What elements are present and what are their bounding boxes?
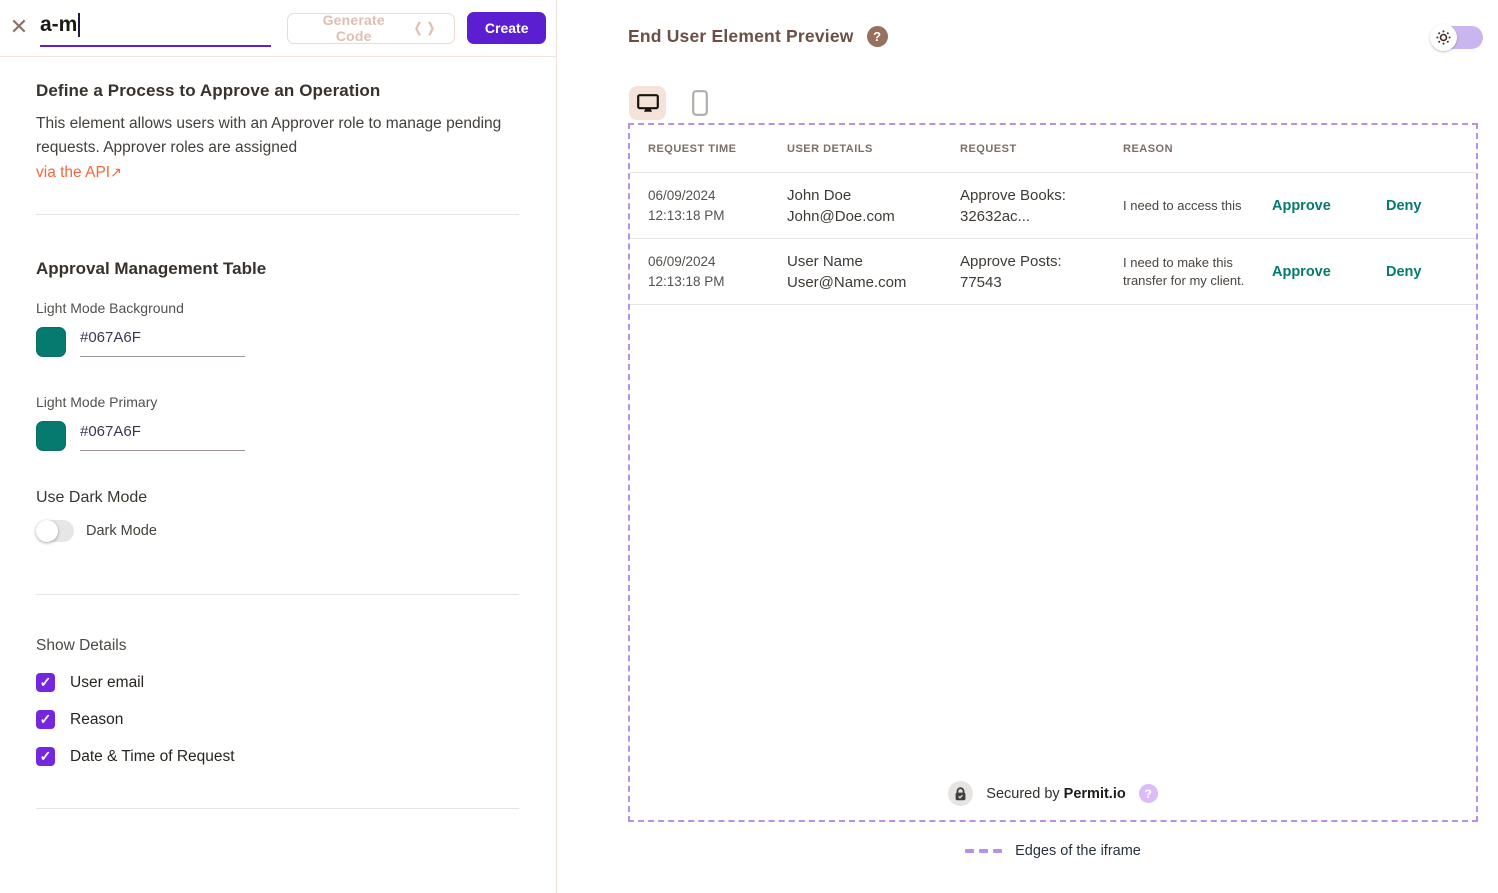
generate-code-button[interactable]: Generate Code ❬❭ bbox=[287, 13, 456, 44]
intro-body: This element allows users with an Approv… bbox=[36, 115, 501, 156]
device-toggle-group bbox=[629, 86, 718, 120]
approve-button[interactable]: Approve bbox=[1272, 198, 1331, 214]
checkbox-row-user-email: ✓ User email bbox=[36, 673, 519, 692]
element-name-input[interactable]: a-m bbox=[40, 9, 271, 47]
section-divider bbox=[36, 594, 519, 595]
deny-button[interactable]: Deny bbox=[1386, 264, 1421, 280]
secured-footer: Secured by Permit.io ? bbox=[630, 781, 1476, 806]
col-user-details: USER DETAILS bbox=[787, 143, 960, 155]
primary-color-field: #067A6F bbox=[36, 421, 519, 451]
dashed-line-icon bbox=[965, 849, 1002, 853]
approve-cell: Approve bbox=[1272, 261, 1372, 283]
desktop-view-button[interactable] bbox=[629, 86, 666, 120]
check-icon: ✓ bbox=[40, 711, 52, 728]
date-time-label: Date & Time of Request bbox=[70, 748, 235, 766]
preview-help-icon[interactable]: ? bbox=[867, 26, 888, 47]
legend-label: Edges of the iframe bbox=[1015, 843, 1141, 859]
generate-code-label: Generate Code bbox=[304, 12, 404, 44]
table-row: 06/09/2024 12:13:18 PM John Doe John@Doe… bbox=[630, 173, 1476, 239]
config-content: Define a Process to Approve an Operation… bbox=[0, 57, 556, 809]
secured-by-text: Secured by Permit.io bbox=[986, 786, 1125, 802]
deny-cell: Deny bbox=[1372, 261, 1476, 283]
intro-heading: Define a Process to Approve an Operation bbox=[36, 81, 519, 101]
deny-cell: Deny bbox=[1372, 195, 1476, 217]
reason-checkbox[interactable]: ✓ bbox=[36, 710, 55, 729]
theme-toggle-thumb bbox=[1430, 24, 1457, 51]
app-window: ✕ a-m Generate Code ❬❭ Create Define a P… bbox=[0, 0, 1498, 893]
col-reason: REASON bbox=[1123, 143, 1272, 155]
desktop-monitor-icon bbox=[637, 94, 659, 113]
code-brackets-icon: ❬❭ bbox=[413, 20, 439, 36]
element-iframe-preview: REQUEST TIME USER DETAILS REQUEST REASON… bbox=[628, 123, 1478, 822]
background-color-field: #067A6F bbox=[36, 327, 519, 357]
request-cell: Approve Posts: 77543 bbox=[960, 251, 1123, 293]
mobile-view-button[interactable] bbox=[681, 86, 718, 120]
element-name-value: a-m bbox=[40, 13, 77, 37]
config-panel: ✕ a-m Generate Code ❬❭ Create Define a P… bbox=[0, 0, 557, 893]
close-icon[interactable]: ✕ bbox=[8, 17, 30, 39]
approve-button[interactable]: Approve bbox=[1272, 264, 1331, 280]
preview-theme-toggle[interactable] bbox=[1431, 26, 1483, 49]
table-config-heading: Approval Management Table bbox=[36, 259, 519, 279]
check-icon: ✓ bbox=[40, 748, 52, 765]
check-icon: ✓ bbox=[40, 674, 52, 691]
user-details-cell: User Name User@Name.com bbox=[787, 251, 960, 293]
sun-icon bbox=[1436, 30, 1451, 45]
date-time-checkbox[interactable]: ✓ bbox=[36, 747, 55, 766]
user-email-label: User email bbox=[70, 674, 144, 692]
reason-label: Reason bbox=[70, 711, 123, 729]
checkbox-row-date-time: ✓ Date & Time of Request bbox=[36, 747, 519, 766]
primary-color-swatch[interactable] bbox=[36, 421, 66, 451]
text-caret bbox=[78, 13, 80, 37]
light-mode-background-label: Light Mode Background bbox=[36, 300, 519, 316]
dark-mode-toggle-row: Dark Mode bbox=[36, 520, 519, 542]
col-request-time: REQUEST TIME bbox=[630, 143, 787, 155]
dark-mode-toggle-label: Dark Mode bbox=[86, 523, 157, 539]
reason-cell: I need to make this transfer for my clie… bbox=[1123, 254, 1245, 290]
lock-badge bbox=[948, 781, 973, 806]
section-divider bbox=[36, 808, 519, 809]
preview-header: End User Element Preview ? bbox=[628, 26, 888, 47]
deny-button[interactable]: Deny bbox=[1386, 198, 1421, 214]
external-link-icon: ↗ bbox=[110, 164, 122, 180]
preview-panel: End User Element Preview ? bbox=[557, 0, 1498, 893]
approve-cell: Approve bbox=[1272, 195, 1372, 217]
request-time-cell: 06/09/2024 12:13:18 PM bbox=[630, 252, 787, 292]
col-request: REQUEST bbox=[960, 143, 1123, 155]
reason-cell: I need to access this bbox=[1123, 197, 1245, 215]
intro-description: This element allows users with an Approv… bbox=[36, 112, 519, 185]
show-details-heading: Show Details bbox=[36, 637, 519, 655]
permit-brand: Permit.io bbox=[1064, 786, 1126, 802]
light-mode-primary-label: Light Mode Primary bbox=[36, 394, 519, 410]
iframe-legend: Edges of the iframe bbox=[628, 843, 1478, 859]
approval-table-header: REQUEST TIME USER DETAILS REQUEST REASON bbox=[630, 125, 1476, 173]
checkbox-row-reason: ✓ Reason bbox=[36, 710, 519, 729]
config-topbar: ✕ a-m Generate Code ❬❭ Create bbox=[0, 0, 556, 57]
request-cell: Approve Books: 32632ac... bbox=[960, 185, 1123, 227]
toggle-thumb bbox=[36, 520, 58, 542]
secured-help-icon[interactable]: ? bbox=[1139, 784, 1158, 803]
api-docs-link[interactable]: via the API↗ bbox=[36, 164, 122, 181]
mobile-phone-icon bbox=[692, 90, 708, 116]
background-color-input[interactable]: #067A6F bbox=[80, 327, 245, 357]
user-email-checkbox[interactable]: ✓ bbox=[36, 673, 55, 692]
create-button[interactable]: Create bbox=[467, 12, 546, 44]
request-time-cell: 06/09/2024 12:13:18 PM bbox=[630, 186, 787, 226]
primary-color-input[interactable]: #067A6F bbox=[80, 421, 245, 451]
section-divider bbox=[36, 214, 519, 215]
primary-color-value: #067A6F bbox=[80, 423, 141, 440]
lock-icon bbox=[954, 787, 967, 801]
approval-table: REQUEST TIME USER DETAILS REQUEST REASON… bbox=[630, 125, 1476, 305]
preview-title: End User Element Preview bbox=[628, 26, 854, 47]
table-row: 06/09/2024 12:13:18 PM User Name User@Na… bbox=[630, 239, 1476, 305]
background-color-swatch[interactable] bbox=[36, 327, 66, 357]
background-color-value: #067A6F bbox=[80, 329, 141, 346]
dark-mode-toggle[interactable] bbox=[36, 520, 74, 542]
use-dark-mode-heading: Use Dark Mode bbox=[36, 489, 519, 507]
user-details-cell: John Doe John@Doe.com bbox=[787, 185, 960, 227]
